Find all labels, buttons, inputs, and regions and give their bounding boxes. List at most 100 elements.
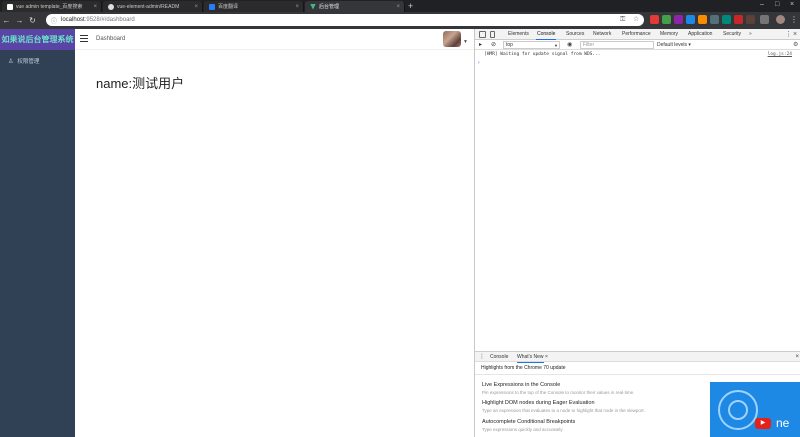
console-toolbar: ▸ ⊘ top ▼ ◉ Filter Default levels ▾ ⚙ xyxy=(475,40,800,50)
sidebar-toggle-icon[interactable]: ▸ xyxy=(479,41,482,48)
reload-icon[interactable]: ↻ xyxy=(26,16,39,25)
breadcrumb[interactable]: Dashboard xyxy=(96,36,125,42)
more-tabs-icon[interactable]: » xyxy=(749,29,752,40)
browser-toolbar: ← → ↻ ⓘ localhost:9528/#/dashboard ⚿ ☆ ⋮ xyxy=(0,12,800,29)
whats-new-item-desc: Type an expression that evaluates to a n… xyxy=(482,408,645,413)
maximize-button[interactable]: □ xyxy=(775,1,779,8)
console-prompt[interactable]: › xyxy=(478,60,480,66)
navbar: Dashboard ▼ xyxy=(75,29,474,50)
devtools-tab-performance[interactable]: Performance xyxy=(621,29,652,40)
whats-new-item-title: Live Expressions in the Console xyxy=(482,382,561,388)
devtools-menu-icon[interactable]: ⋮ xyxy=(785,29,792,40)
close-tab-icon[interactable]: × xyxy=(93,4,97,10)
close-tab-icon[interactable]: × xyxy=(545,352,548,362)
console-filter-input[interactable]: Filter xyxy=(580,41,654,49)
devtools-tab-memory[interactable]: Memory xyxy=(659,29,679,40)
close-tab-icon[interactable]: × xyxy=(295,4,299,10)
browser-tab[interactable]: vue admin template_百度搜索 × xyxy=(2,1,102,12)
context-value: top xyxy=(506,42,513,48)
extension-icon[interactable] xyxy=(734,15,743,24)
extension-icon[interactable] xyxy=(760,15,769,24)
extension-icon[interactable] xyxy=(746,15,755,24)
vue-favicon-icon xyxy=(310,3,316,10)
sidebar-logo[interactable]: 如果说后台管理系统 xyxy=(0,29,75,50)
whats-new-item[interactable]: Live Expressions in the Console Pin expr… xyxy=(482,382,712,395)
sidebar-item-permission[interactable]: ♙ 权限管理 xyxy=(0,55,75,67)
devtools-tab-elements[interactable]: Elements xyxy=(507,29,530,40)
info-icon[interactable]: ⓘ xyxy=(51,16,57,25)
avatar[interactable] xyxy=(443,31,461,47)
minimize-button[interactable]: – xyxy=(760,1,764,8)
browser-tab-active[interactable]: 后台管理 × xyxy=(305,1,405,12)
forward-icon[interactable]: → xyxy=(13,16,26,25)
gear-icon[interactable]: ⚙ xyxy=(793,40,798,50)
whats-new-header: Highlights from the Chrome 70 update xyxy=(481,365,566,371)
console-message-source-link[interactable]: log.js:24 xyxy=(768,51,792,59)
extension-icon[interactable] xyxy=(650,15,659,24)
log-levels-dropdown[interactable]: Default levels ▾ xyxy=(657,40,691,50)
browser-tab-label: 百度翻译 xyxy=(218,4,239,10)
extension-icon[interactable] xyxy=(698,15,707,24)
device-toolbar-icon[interactable] xyxy=(490,31,495,38)
extension-icon[interactable] xyxy=(710,15,719,24)
devtools-tab-sources[interactable]: Sources xyxy=(565,29,585,40)
sidebar: 如果说后台管理系统 ♙ 权限管理 xyxy=(0,29,75,437)
sidebar-item-label: 权限管理 xyxy=(17,59,40,65)
browser-tab-label: vue admin template_百度搜索 xyxy=(16,4,83,10)
address-bar[interactable]: ⓘ localhost:9528/#/dashboard ⚿ ☆ xyxy=(46,14,644,26)
new-tab-button[interactable]: + xyxy=(408,1,413,11)
drawer-menu-icon[interactable]: ⋮ xyxy=(479,352,485,362)
chrome-menu-icon[interactable]: ⋮ xyxy=(790,15,798,24)
devtools-panel: Elements Console Sources Network Perform… xyxy=(475,29,800,437)
whats-new-item[interactable]: Autocomplete Conditional Breakpoints Typ… xyxy=(482,419,712,432)
whats-new-item-desc: Type expressions quickly and accurately. xyxy=(482,427,564,432)
console-message: [HMR] Waiting for update signal from WDS… xyxy=(475,51,800,59)
close-window-button[interactable]: × xyxy=(790,1,794,8)
devtools-tab-console[interactable]: Console xyxy=(536,29,557,40)
browser-tab-label: 后台管理 xyxy=(319,4,340,10)
clear-console-icon[interactable]: ⊘ xyxy=(491,40,496,50)
drawer-tabbar: ⋮ Console What's New × × xyxy=(475,351,800,363)
dashboard-text: name:测试用户 xyxy=(96,76,185,91)
baidu-translate-favicon-icon xyxy=(209,3,215,10)
extension-icon[interactable] xyxy=(722,15,731,24)
baidu-favicon-icon xyxy=(7,3,13,10)
devtools-tabbar: Elements Console Sources Network Perform… xyxy=(475,29,800,40)
extension-icon[interactable] xyxy=(662,15,671,24)
drawer-tab-console[interactable]: Console xyxy=(490,352,508,362)
url-host: localhost xyxy=(61,17,85,23)
whats-new-item-desc: Pin expressions to the top of the Consol… xyxy=(482,390,635,395)
profile-avatar-icon[interactable] xyxy=(776,15,785,24)
bookmark-star-icon[interactable]: ☆ xyxy=(633,14,639,26)
close-drawer-icon[interactable]: × xyxy=(795,352,799,362)
inspect-element-icon[interactable] xyxy=(479,31,486,38)
caret-down-icon[interactable]: ▼ xyxy=(463,39,468,45)
extension-icon[interactable] xyxy=(686,15,695,24)
devtools-tab-security[interactable]: Security xyxy=(722,29,742,40)
drawer-tab-whats-new[interactable]: What's New xyxy=(517,352,544,363)
browser-tab[interactable]: 百度翻译 × xyxy=(204,1,304,12)
back-icon[interactable]: ← xyxy=(0,16,13,25)
youtube-play-icon[interactable]: ▶ xyxy=(755,418,771,429)
devtools-tab-network[interactable]: Network xyxy=(592,29,612,40)
whats-new-video-thumbnail[interactable]: ▶ ne xyxy=(710,382,800,437)
divider xyxy=(475,374,800,375)
browser-tab-label: vue-element-admin/READM xyxy=(117,3,180,10)
close-tab-icon[interactable]: × xyxy=(396,4,400,10)
whats-new-item[interactable]: Highlight DOM nodes during Eager Evaluat… xyxy=(482,400,712,413)
chevron-down-icon: ▼ xyxy=(554,43,558,48)
close-tab-icon[interactable]: × xyxy=(194,4,198,10)
context-select[interactable]: top ▼ xyxy=(503,41,560,49)
url-path: :9528/#/dashboard xyxy=(84,17,135,23)
whats-new-item-title: Highlight DOM nodes during Eager Evaluat… xyxy=(482,400,595,406)
devtools-tab-application[interactable]: Application xyxy=(687,29,713,40)
github-favicon-icon xyxy=(108,3,114,10)
extension-icon[interactable] xyxy=(674,15,683,24)
eye-icon[interactable]: ◉ xyxy=(567,40,572,50)
browser-tab[interactable]: vue-element-admin/READM × xyxy=(103,1,203,12)
close-devtools-icon[interactable]: × xyxy=(793,29,797,40)
key-icon[interactable]: ⚿ xyxy=(620,14,625,26)
video-title-text: ne xyxy=(776,416,790,430)
hamburger-menu-icon[interactable] xyxy=(80,35,88,43)
app-viewport: 如果说后台管理系统 ♙ 权限管理 Dashboard ▼ name:测试用户 xyxy=(0,29,474,437)
